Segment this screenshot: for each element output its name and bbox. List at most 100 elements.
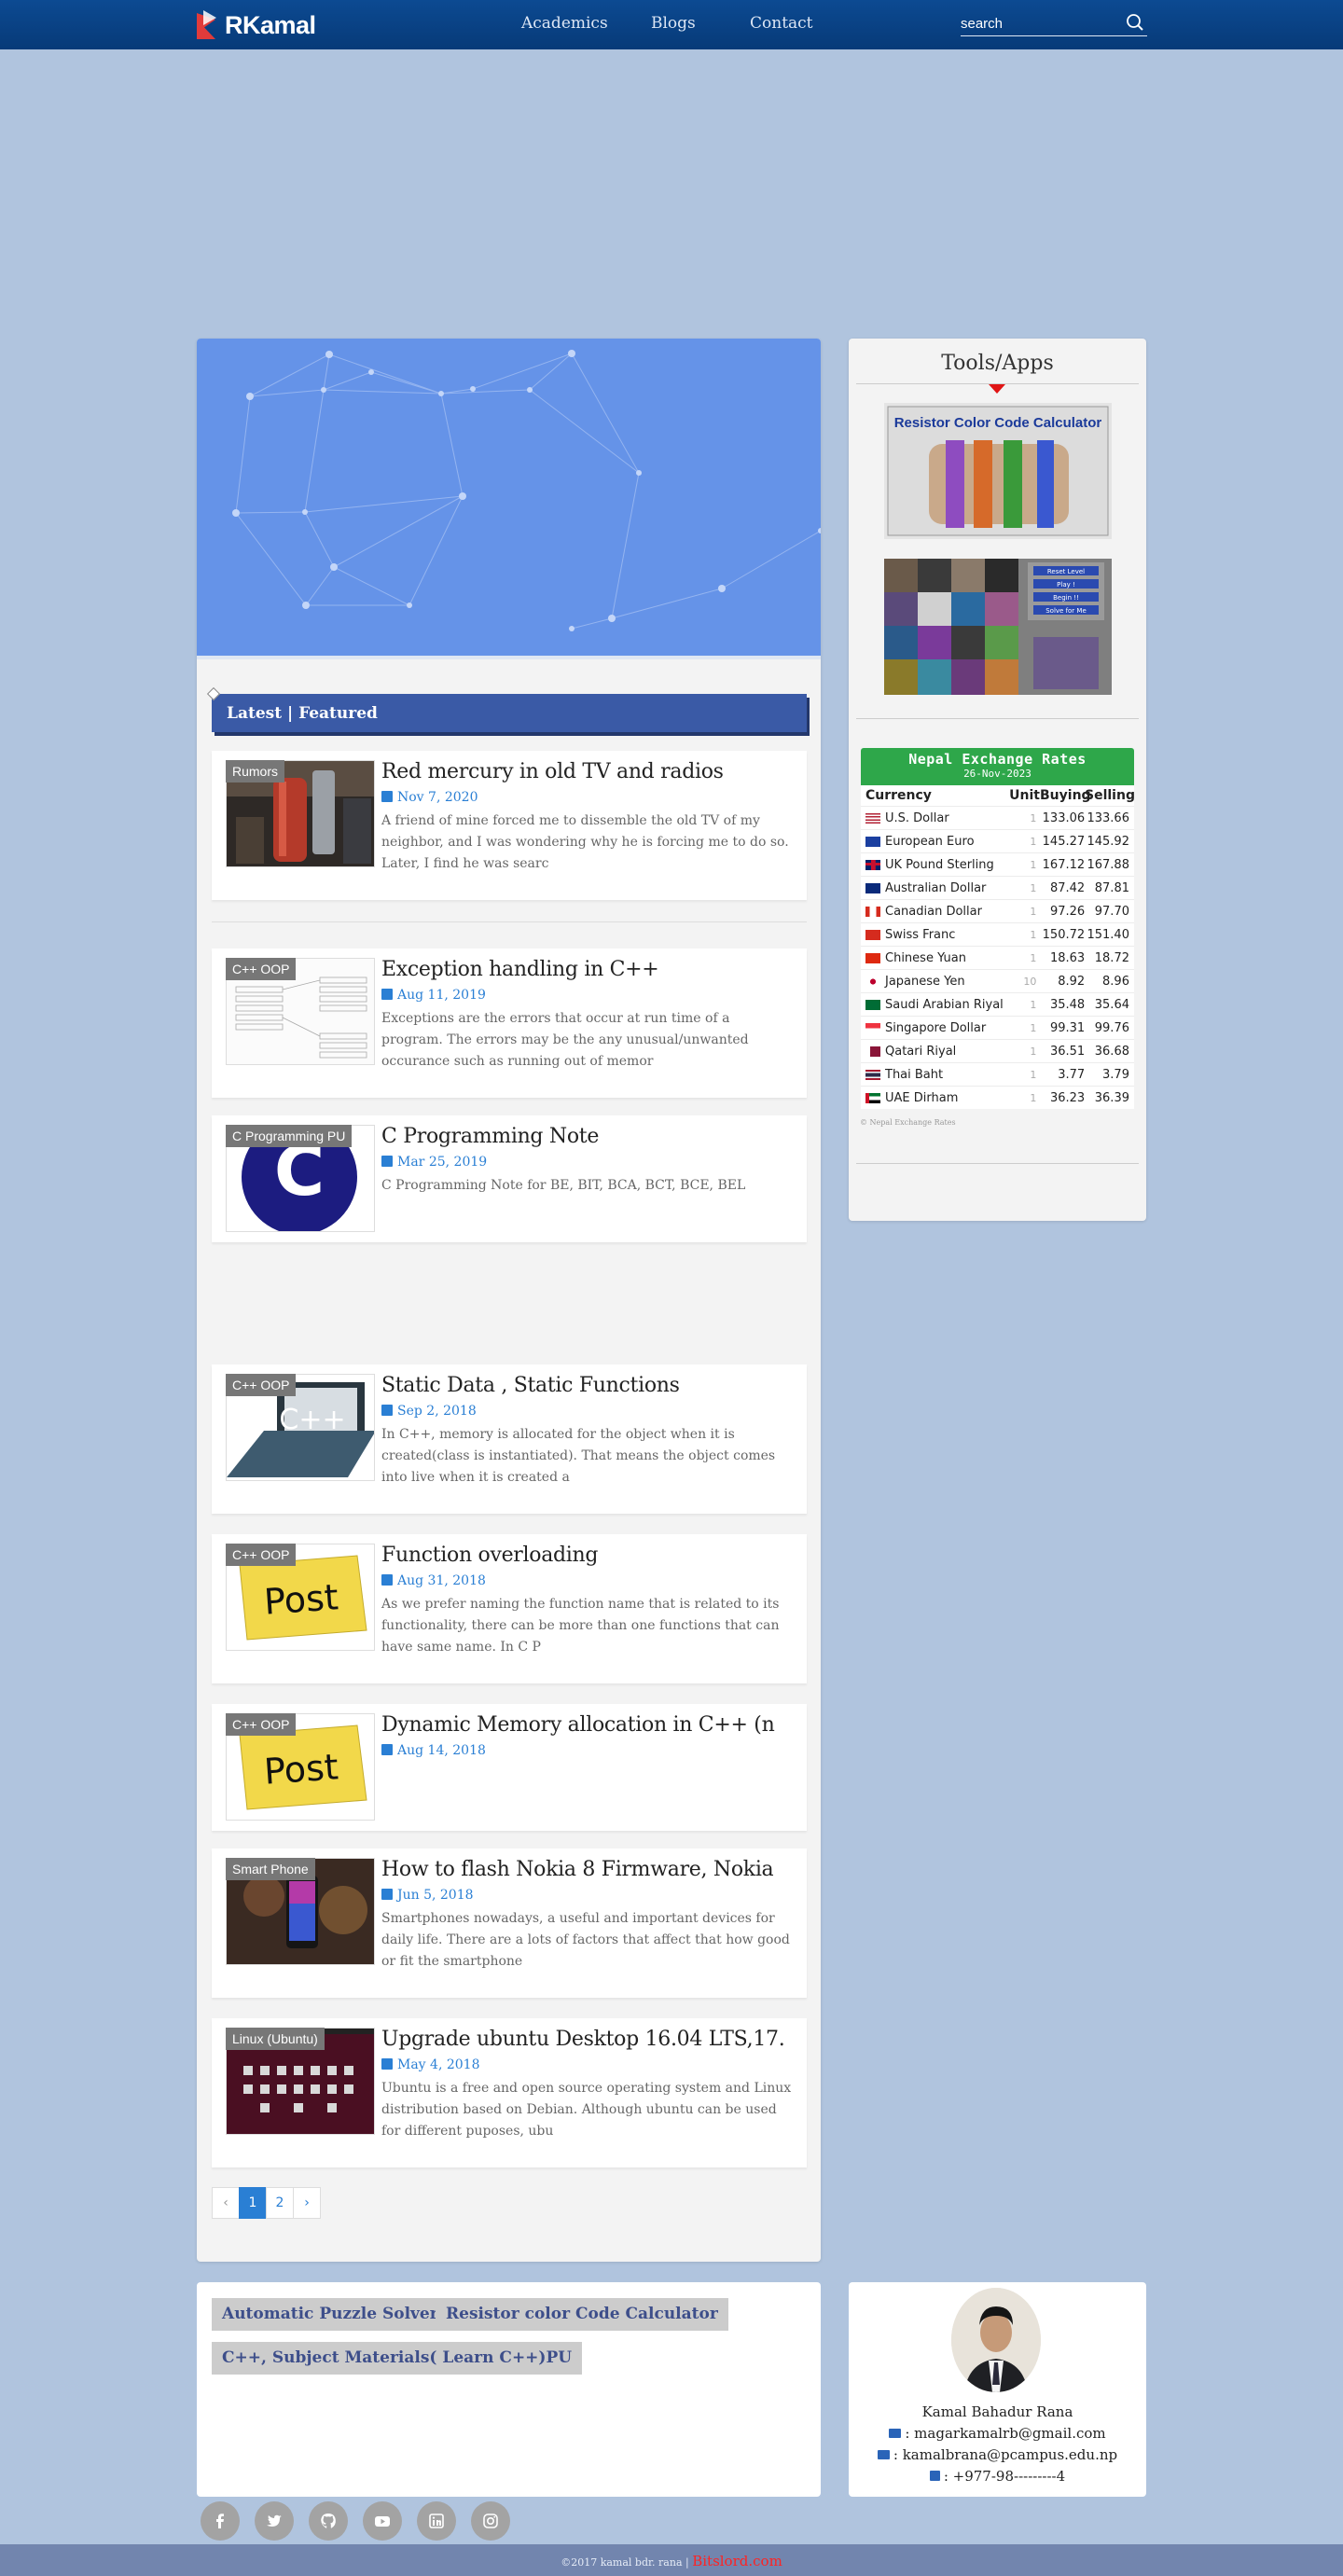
twitter-icon[interactable] xyxy=(255,2501,294,2541)
calendar-icon xyxy=(381,2058,393,2070)
category-badge[interactable]: C Programming PU xyxy=(226,1125,353,1147)
post-card[interactable]: Rumors Red mercury in old TV and radios … xyxy=(212,751,807,900)
tags-card: Automatic Puzzle Solver Resistor color C… xyxy=(197,2282,821,2497)
linkedin-icon[interactable] xyxy=(417,2501,456,2541)
calendar-icon xyxy=(381,1156,393,1167)
post-excerpt: Smartphones nowadays, a useful and impor… xyxy=(381,1911,790,1969)
envelope-icon xyxy=(877,2450,890,2459)
category-badge[interactable]: C++ OOP xyxy=(226,958,297,980)
post-title[interactable]: How to flash Nokia 8 Firmware, Nokia xyxy=(381,1858,774,1881)
exchange-rate-row: Swiss Franc 1 150.72 151.40 xyxy=(861,922,1134,946)
exchange-rate-header: Nepal Exchange Rates 26-Nov-2023 xyxy=(861,748,1134,785)
post-date: Nov 7, 2020 xyxy=(381,790,478,805)
nav-contact[interactable]: Contact xyxy=(750,14,813,33)
profile-card: Kamal Bahadur Rana : magarkamalrb@gmail.… xyxy=(849,2282,1146,2497)
github-icon[interactable] xyxy=(309,2501,348,2541)
navbar: RKamal Academics Blogs Contact xyxy=(0,0,1343,49)
tag-link[interactable]: C++, Subject Materials( Learn C++)PU xyxy=(212,2342,583,2375)
nav-academics[interactable]: Academics xyxy=(521,14,608,33)
post-title[interactable]: Upgrade ubuntu Desktop 16.04 LTS,17. xyxy=(381,2028,785,2051)
category-badge[interactable]: Smart Phone xyxy=(226,1858,315,1880)
au-flag-icon xyxy=(865,882,880,893)
exchange-rate-row: Chinese Yuan 1 18.63 18.72 xyxy=(861,946,1134,969)
tag-link[interactable]: Automatic Puzzle Solver xyxy=(212,2298,449,2331)
exchange-rate-row: Australian Dollar 1 87.42 87.81 xyxy=(861,876,1134,899)
puzzle-solver-link[interactable]: Reset Level Play ! Begin !! Solve for Me xyxy=(884,559,1112,695)
profile-email-primary[interactable]: : magarkamalrb@gmail.com xyxy=(849,2425,1146,2442)
category-badge[interactable]: C++ OOP xyxy=(226,1374,297,1396)
calendar-icon xyxy=(381,1744,393,1755)
brand-link[interactable]: RKamal xyxy=(197,10,316,40)
post-title[interactable]: Static Data , Static Functions xyxy=(381,1374,680,1397)
uk-flag-icon xyxy=(865,859,880,870)
exchange-rate-row: UK Pound Sterling 1 167.12 167.88 xyxy=(861,852,1134,876)
post-card[interactable]: Linux (Ubuntu) Upgrade ubuntu Desktop 16… xyxy=(212,2018,807,2167)
phone-icon xyxy=(929,2471,940,2481)
search-icon[interactable] xyxy=(1125,12,1145,33)
post-card[interactable]: Post C++ OOP Dynamic Memory allocation i… xyxy=(212,1704,807,1831)
footer-brand-link[interactable]: Bitslord.com xyxy=(692,2553,782,2569)
profile-name: Kamal Bahadur Rana xyxy=(921,2403,1073,2420)
sidebar-rule xyxy=(856,1163,1139,1164)
pagination-next[interactable]: › xyxy=(293,2187,321,2219)
calendar-icon xyxy=(381,1405,393,1416)
youtube-icon[interactable] xyxy=(363,2501,402,2541)
svg-text:Play !: Play ! xyxy=(1057,581,1075,589)
svg-text:Begin !!: Begin !! xyxy=(1053,594,1079,602)
exchange-rate-row: Singapore Dollar 1 99.31 99.76 xyxy=(861,1016,1134,1039)
pagination-page-2[interactable]: 2 xyxy=(266,2187,294,2219)
exchange-rate-widget: Nepal Exchange Rates 26-Nov-2023 Currenc… xyxy=(861,748,1135,1116)
nav-blogs[interactable]: Blogs xyxy=(651,14,696,33)
pagination-prev[interactable]: ‹ xyxy=(212,2187,240,2219)
category-badge[interactable]: Linux (Ubuntu) xyxy=(226,2028,325,2050)
exchange-rate-row: U.S. Dollar 1 133.06 133.66 xyxy=(861,806,1134,829)
calendar-icon xyxy=(381,1574,393,1586)
caret-down-icon xyxy=(989,384,1005,394)
post-card[interactable]: Post C++ OOP Function overloading Aug 31… xyxy=(212,1534,807,1683)
category-badge[interactable]: Rumors xyxy=(226,760,285,782)
tag-link[interactable]: Resistor color Code Calculator xyxy=(436,2298,728,2331)
featured-heading: Latest | Featured xyxy=(227,704,378,723)
post-excerpt: Exceptions are the errors that occur at … xyxy=(381,1011,749,1069)
pagination: ‹ 1 2 › xyxy=(212,2187,321,2219)
exchange-rate-row: Thai Baht 1 3.77 3.79 xyxy=(861,1062,1134,1086)
instagram-icon[interactable] xyxy=(471,2501,510,2541)
post-card[interactable]: C C Programming PU C Programming Note Ma… xyxy=(212,1115,807,1242)
exchange-rate-credit[interactable]: © Nepal Exchange Rates xyxy=(860,1118,956,1127)
exchange-rate-title: Nepal Exchange Rates xyxy=(908,751,1087,768)
facebook-icon[interactable] xyxy=(201,2501,240,2541)
network-graphic xyxy=(232,350,821,631)
category-badge[interactable]: C++ OOP xyxy=(226,1713,297,1736)
brand-name: RKamal xyxy=(225,10,316,39)
post-date: Aug 11, 2019 xyxy=(381,988,486,1003)
category-badge[interactable]: C++ OOP xyxy=(226,1544,297,1566)
footer-copyright: ©2017 kamal bdr. rana | xyxy=(561,2556,689,2569)
post-title[interactable]: Red mercury in old TV and radios xyxy=(381,760,724,783)
page-footer: ©2017 kamal bdr. rana | Bitslord.com xyxy=(0,2544,1343,2576)
brand-logo-icon xyxy=(197,10,221,40)
svg-text:Reset Level: Reset Level xyxy=(1047,568,1085,575)
post-excerpt: A friend of mine forced me to dissemble … xyxy=(381,813,789,871)
featured-section-header: Latest | Featured xyxy=(206,686,807,735)
post-title[interactable]: Dynamic Memory allocation in C++ (n xyxy=(381,1713,775,1737)
sidebar-title: Tools/Apps xyxy=(941,352,1054,375)
tools-sidebar: Tools/Apps Resistor Color Code Calculato… xyxy=(849,339,1146,1221)
post-title[interactable]: Exception handling in C++ xyxy=(381,958,659,981)
calendar-icon xyxy=(381,989,393,1000)
svg-text:Resistor Color Code Calculator: Resistor Color Code Calculator xyxy=(894,415,1102,431)
exchange-rate-row: UAE Dirham 1 36.23 36.39 xyxy=(861,1086,1134,1109)
ch-flag-icon xyxy=(865,929,880,940)
post-title[interactable]: C Programming Note xyxy=(381,1125,599,1148)
profile-email-secondary[interactable]: : kamalbrana@pcampus.edu.np xyxy=(849,2446,1146,2463)
post-title[interactable]: Function overloading xyxy=(381,1544,598,1567)
jp-flag-icon xyxy=(865,976,880,987)
search-input[interactable] xyxy=(961,13,1119,34)
resistor-calculator-link[interactable]: Resistor Color Code Calculator xyxy=(884,403,1112,539)
pagination-page-1[interactable]: 1 xyxy=(239,2187,267,2219)
post-card[interactable]: C++ C++ OOP Static Data , Static Functio… xyxy=(212,1364,807,1514)
post-excerpt: Ubuntu is a free and open source operati… xyxy=(381,2081,792,2139)
post-card[interactable]: C++ OOP Exception handling in C++ Aug 11… xyxy=(212,949,807,1098)
post-excerpt: C Programming Note for BE, BIT, BCA, BCT… xyxy=(381,1178,746,1193)
post-card[interactable]: Smart Phone How to flash Nokia 8 Firmwar… xyxy=(212,1849,807,1998)
exchange-rate-row: Saudi Arabian Riyal 1 35.48 35.64 xyxy=(861,992,1134,1016)
